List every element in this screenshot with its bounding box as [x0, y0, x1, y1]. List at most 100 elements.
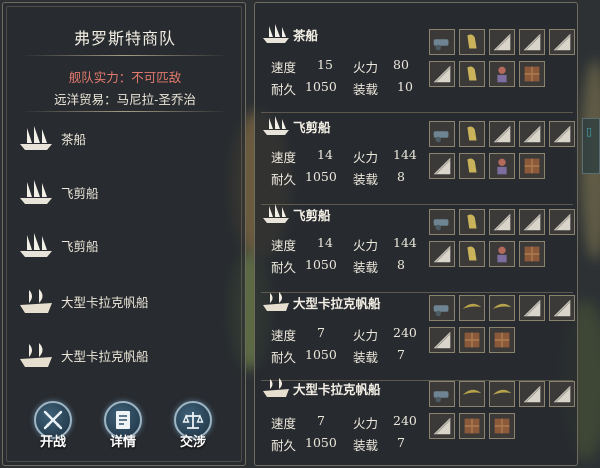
- ship-card[interactable]: 飞剪船 速度 14 火力 144 耐久 1050 装载 8: [255, 113, 579, 205]
- cargo-value: 7: [397, 347, 405, 362]
- firepower-value: 80: [393, 57, 409, 72]
- speed-value: 15: [317, 57, 333, 72]
- equipment-slot[interactable]: [519, 381, 545, 407]
- negotiate-button[interactable]: 交涉: [165, 401, 221, 465]
- equipment-slot[interactable]: [459, 121, 485, 147]
- equipment-slot[interactable]: [429, 209, 455, 235]
- equipment-slot[interactable]: [429, 61, 455, 87]
- cargo-value: 7: [397, 435, 405, 450]
- cargo-label: 装载: [353, 260, 379, 275]
- speed-label: 速度: [271, 238, 297, 253]
- firepower-value: 144: [393, 235, 417, 250]
- carrack-ship-icon: [20, 343, 52, 367]
- equipment-slot[interactable]: [519, 295, 545, 321]
- durability-label: 耐久: [271, 82, 297, 97]
- divider: [21, 55, 229, 56]
- firepower-label: 火力: [353, 60, 379, 75]
- equipment-slot[interactable]: [489, 153, 515, 179]
- cargo-value: 8: [397, 257, 405, 272]
- clipper-ship-icon: [263, 204, 289, 223]
- fleet-item-large-carrack[interactable]: 大型卡拉克帆船: [17, 286, 237, 316]
- caravan-title: 弗罗斯特商队: [73, 29, 176, 48]
- equipment-slot[interactable]: [519, 209, 545, 235]
- ship-card[interactable]: 大型卡拉克帆船 速度 7 火力 240 耐久 1050 装载 7: [255, 289, 579, 381]
- equipment-slot[interactable]: [489, 209, 515, 235]
- equipment-slot[interactable]: [489, 413, 515, 439]
- durability-value: 1050: [305, 435, 337, 450]
- negotiate-label: 交涉: [179, 435, 206, 450]
- details-label: 详情: [109, 435, 136, 450]
- cargo-value: 10: [397, 79, 413, 94]
- speed-value: 14: [317, 235, 333, 250]
- equipment-slot[interactable]: [519, 153, 545, 179]
- equipment-slot[interactable]: [489, 295, 515, 321]
- fleet-item-large-carrack[interactable]: 大型卡拉克帆船: [17, 340, 237, 370]
- equipment-slot[interactable]: [459, 29, 485, 55]
- durability-value: 1050: [305, 257, 337, 272]
- ship-name: 飞剪船: [293, 120, 331, 135]
- equipment-slot[interactable]: [459, 327, 485, 353]
- fleet-item-label: 飞剪船: [61, 185, 99, 201]
- equipment-slot[interactable]: [549, 121, 575, 147]
- equipment-slot[interactable]: [429, 121, 455, 147]
- ship-card[interactable]: 大型卡拉克帆船 速度 7 火力 240 耐久 1050 装载 7: [255, 375, 579, 467]
- equipment-slot[interactable]: [519, 121, 545, 147]
- fleet-item-clipper[interactable]: 飞剪船: [17, 177, 237, 207]
- equipment-slot[interactable]: [429, 153, 455, 179]
- equipment-slot[interactable]: [519, 61, 545, 87]
- durability-value: 1050: [305, 347, 337, 362]
- equipment-slot[interactable]: [459, 413, 485, 439]
- clipper-ship-icon: [263, 116, 289, 135]
- fleet-item-label: 茶船: [61, 131, 87, 147]
- firepower-label: 火力: [353, 328, 379, 343]
- equipment-slot[interactable]: [549, 381, 575, 407]
- equipment-slot[interactable]: [489, 121, 515, 147]
- equipment-slot[interactable]: [549, 209, 575, 235]
- fleet-item-clipper[interactable]: 飞剪船: [17, 230, 237, 260]
- equipment-slot[interactable]: [519, 29, 545, 55]
- trade-route: 远洋贸易：马尼拉-圣乔治: [54, 92, 196, 107]
- carrack-ship-icon: [263, 378, 289, 397]
- speed-value: 14: [317, 147, 333, 162]
- clipper-ship-icon: [20, 233, 52, 257]
- cargo-label: 装载: [353, 82, 379, 97]
- equipment-slot[interactable]: [429, 295, 455, 321]
- equipment-slot[interactable]: [489, 327, 515, 353]
- speed-label: 速度: [271, 328, 297, 343]
- speed-label: 速度: [271, 416, 297, 431]
- equipment-slot[interactable]: [489, 29, 515, 55]
- ship-card[interactable]: 飞剪船 速度 14 火力 144 耐久 1050 装载 8: [255, 201, 579, 293]
- fleet-item-tea-ship[interactable]: 茶船: [17, 123, 237, 153]
- equipment-slot[interactable]: [429, 29, 455, 55]
- equipment-slot[interactable]: [489, 381, 515, 407]
- ship-name: 茶船: [293, 28, 319, 43]
- durability-value: 1050: [305, 169, 337, 184]
- equipment-slot[interactable]: [459, 381, 485, 407]
- equipment-slot[interactable]: [429, 241, 455, 267]
- equipment-slot[interactable]: [429, 327, 455, 353]
- carrack-ship-icon: [263, 292, 289, 311]
- equipment-slot[interactable]: [459, 241, 485, 267]
- equipment-slot[interactable]: [459, 295, 485, 321]
- equipment-slot[interactable]: [459, 61, 485, 87]
- equipment-slot[interactable]: [429, 413, 455, 439]
- equipment-slot[interactable]: [459, 209, 485, 235]
- equipment-slot[interactable]: [489, 241, 515, 267]
- equipment-slot[interactable]: [519, 241, 545, 267]
- side-tab[interactable]: ▯: [582, 118, 600, 174]
- cargo-label: 装载: [353, 350, 379, 365]
- speed-value: 7: [317, 413, 325, 428]
- fleet-item-label: 大型卡拉克帆船: [61, 348, 149, 364]
- equipment-slot[interactable]: [549, 29, 575, 55]
- firepower-label: 火力: [353, 150, 379, 165]
- firepower-value: 240: [393, 325, 417, 340]
- equipment-slot[interactable]: [549, 295, 575, 321]
- details-button[interactable]: 详情: [95, 401, 151, 465]
- equipment-slot[interactable]: [429, 381, 455, 407]
- durability-label: 耐久: [271, 172, 297, 187]
- ship-name: 大型卡拉克帆船: [293, 382, 381, 397]
- equipment-slot[interactable]: [459, 153, 485, 179]
- attack-button[interactable]: 开战: [25, 401, 81, 465]
- equipment-slot[interactable]: [489, 61, 515, 87]
- ship-card[interactable]: 茶船 速度 15 火力 80 耐久 1050 装载 10: [255, 21, 579, 113]
